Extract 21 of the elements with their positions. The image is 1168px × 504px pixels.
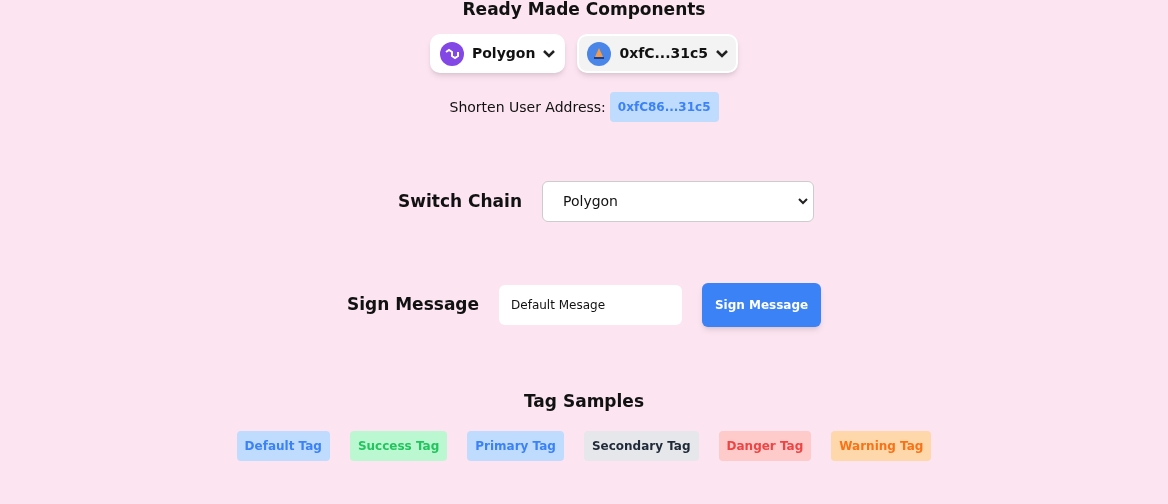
tag: Default Tag — [236, 430, 330, 461]
tag: Primary Tag — [467, 430, 564, 461]
tag: Warning Tag — [831, 430, 932, 461]
sailboat-avatar-icon — [587, 41, 612, 66]
tag: Secondary Tag — [583, 430, 699, 461]
tag-samples-heading: Tag Samples — [523, 390, 644, 413]
chevron-down-icon — [798, 198, 808, 205]
chain-button[interactable]: Polygon — [429, 34, 566, 73]
tag: Danger Tag — [718, 430, 812, 461]
account-button[interactable]: 0xfC...31c5 — [577, 34, 738, 73]
sign-message-button[interactable]: Sign Message — [702, 283, 822, 327]
address-tag: 0xfC86...31c5 — [609, 92, 719, 122]
switch-chain-label: Switch Chain — [398, 189, 522, 213]
address-label: Shorten User Address: — [449, 97, 606, 117]
page-heading: Ready Made Components — [462, 1, 706, 18]
chain-select[interactable]: Polygon — [542, 181, 814, 222]
message-field[interactable]: Default Mesage — [499, 285, 683, 325]
chevron-down-icon — [716, 49, 728, 58]
chevron-down-icon — [543, 49, 556, 58]
tag: Success Tag — [349, 430, 448, 461]
sign-message-label: Sign Message — [346, 293, 480, 317]
